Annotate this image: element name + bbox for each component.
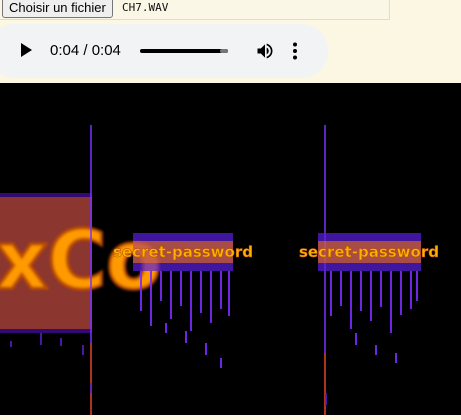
audio-player[interactable]: 0:04 / 0:04 bbox=[0, 24, 328, 78]
spectrogram: xCo secret-password secret-password bbox=[0, 83, 461, 415]
choose-file-button[interactable]: Choisir un fichier bbox=[2, 0, 113, 18]
more-vert-icon[interactable] bbox=[292, 42, 298, 60]
seek-bar-remaining[interactable] bbox=[220, 49, 228, 53]
spectro-text-middle: secret-password bbox=[113, 243, 253, 261]
play-icon[interactable] bbox=[21, 43, 32, 57]
time-display: 0:04 / 0:04 bbox=[50, 42, 121, 59]
spectro-text-right: secret-password bbox=[299, 243, 439, 261]
spectrogram-canvas: xCo secret-password secret-password bbox=[0, 83, 461, 415]
selected-file-name: CH7.WAV bbox=[122, 1, 169, 14]
file-input-row: Choisir un fichier CH7.WAV bbox=[0, 0, 390, 20]
volume-icon[interactable] bbox=[255, 41, 275, 61]
seek-bar[interactable] bbox=[140, 49, 228, 53]
